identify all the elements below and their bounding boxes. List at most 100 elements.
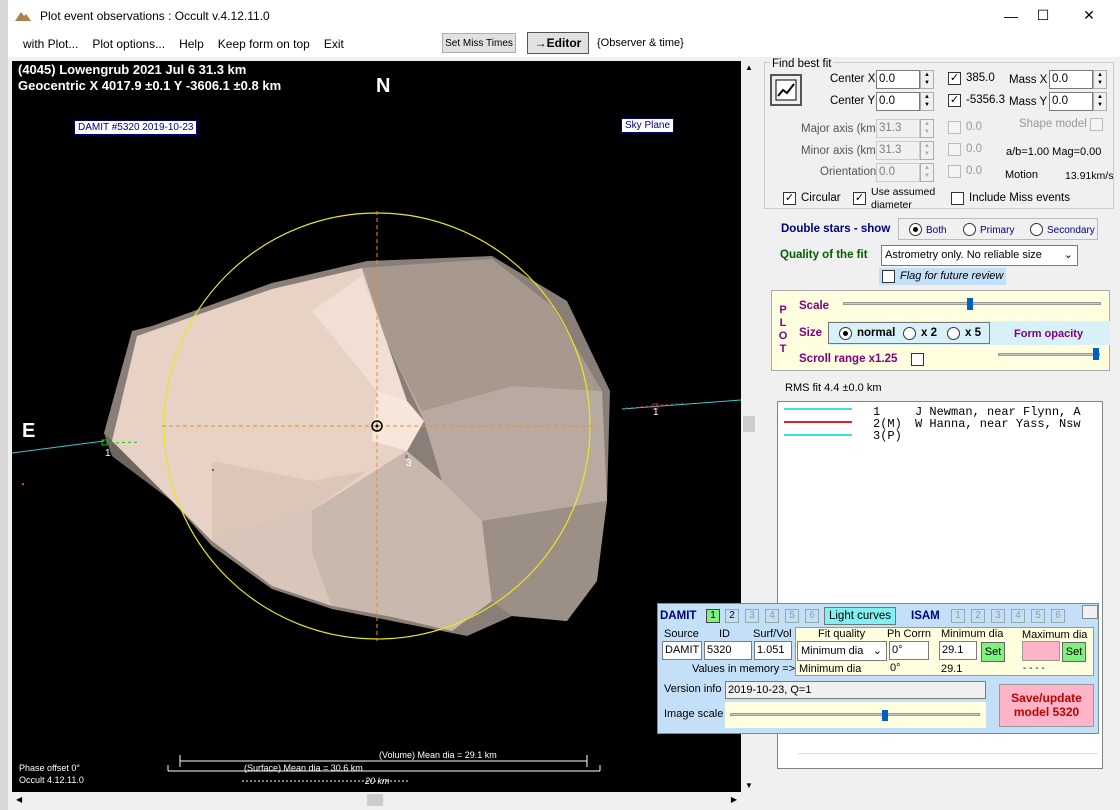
plot-letter: T <box>779 343 787 355</box>
center-y-spinner[interactable]: ▲ ▼ <box>920 92 934 111</box>
source-field[interactable]: DAMIT <box>662 641 702 660</box>
chevron-down-icon: ⌄ <box>872 645 882 657</box>
damit-tab-3[interactable]: 3 <box>745 609 759 623</box>
menu-plot-options[interactable]: Plot options... <box>85 32 172 56</box>
mass-x-spinner[interactable]: ▲ ▼ <box>1093 70 1107 89</box>
light-curves-button[interactable]: Light curves <box>824 607 896 625</box>
min-dia-label: Minimum dia <box>941 628 1004 640</box>
center-x-input[interactable]: 0.0 <box>876 70 920 89</box>
plot-area[interactable]: (4045) Lowengrub 2021 Jul 6 31.3 km Geoc… <box>12 61 741 792</box>
form-opacity-slider[interactable] <box>998 353 1100 356</box>
isam-tab-6[interactable]: 6 <box>1051 609 1065 623</box>
scroll-down-icon[interactable]: ▼ <box>745 781 753 790</box>
damit-tab-4[interactable]: 4 <box>765 609 779 623</box>
shape-model-checkbox[interactable] <box>1090 118 1103 131</box>
ph-corrn-field[interactable]: 0° <box>889 641 929 660</box>
menu-help[interactable]: Help <box>172 32 211 56</box>
menu-exit[interactable]: Exit <box>317 32 351 56</box>
save-update-model-button[interactable]: Save/update model 5320 <box>999 684 1094 727</box>
major-axis-checkbox[interactable] <box>948 121 961 134</box>
center-x-label: Center X <box>830 73 876 85</box>
flag-review-checkbox[interactable] <box>882 270 895 283</box>
orientation-spinner[interactable]: ▲ ▼ <box>920 163 934 182</box>
damit-tab-5[interactable]: 5 <box>785 609 799 623</box>
fix-x-checkbox[interactable]: ✓ <box>948 72 961 85</box>
plot-canvas <box>12 211 741 782</box>
minor-axis-input[interactable]: 31.3 <box>876 141 920 160</box>
damit-tab-2[interactable]: 2 <box>725 609 739 623</box>
scroll-thumb-h[interactable] <box>367 794 383 806</box>
plot-letter: P <box>779 304 787 316</box>
scroll-thumb[interactable] <box>743 416 755 432</box>
y-check-value: -5356.3 <box>966 94 1006 106</box>
orientation-checkbox[interactable] <box>948 165 961 178</box>
image-scale-thumb[interactable] <box>882 710 888 721</box>
plot-horizontal-scrollbar[interactable]: ◀ ▶ <box>12 792 741 809</box>
damit-close-icon[interactable] <box>1082 605 1098 619</box>
min-dia-field[interactable]: 29.1 <box>939 641 977 660</box>
scale-slider-thumb[interactable] <box>967 298 973 310</box>
set-min-dia-button[interactable]: Set <box>981 642 1005 662</box>
mass-y-input[interactable]: 0.0 <box>1049 92 1093 111</box>
geocentric-coords: Geocentric X 4017.9 ±0.1 Y -3606.1 ±0.8 … <box>18 78 282 93</box>
memory-min-dia: 29.1 <box>941 663 963 675</box>
orientation-input[interactable]: 0.0 <box>876 163 920 182</box>
size-x5-radio[interactable] <box>947 327 960 340</box>
include-miss-checkbox[interactable] <box>951 192 964 205</box>
major-axis-spinner[interactable]: ▲ ▼ <box>920 119 934 138</box>
minor-axis-checkbox[interactable] <box>948 143 961 156</box>
memory-ph: 0° <box>890 662 901 674</box>
secondary-radio[interactable] <box>1030 223 1043 236</box>
minor-axis-value: 0.0 <box>966 143 982 155</box>
mass-y-spinner[interactable]: ▲ ▼ <box>1093 92 1107 111</box>
size-x2-radio[interactable] <box>903 327 916 340</box>
list-hscrollbar[interactable] <box>798 753 1098 767</box>
id-field[interactable]: 5320 <box>704 641 752 660</box>
maximize-button[interactable]: ☐ <box>1020 0 1066 31</box>
observer-num: 3(P) <box>873 429 902 443</box>
menu-keep-on-top[interactable]: Keep form on top <box>211 32 317 56</box>
max-dia-field[interactable] <box>1022 641 1060 661</box>
plot-letter: L <box>779 317 787 329</box>
ph-corrn-label: Ph Corrn <box>887 628 932 640</box>
mass-x-input[interactable]: 0.0 <box>1049 70 1093 89</box>
app-icon <box>15 11 31 21</box>
quality-fit-select[interactable]: Astrometry only. No reliable size ⌄ <box>881 245 1078 266</box>
scroll-up-icon[interactable]: ▲ <box>745 63 753 72</box>
isam-tab-1[interactable]: 1 <box>951 609 965 623</box>
minor-axis-spinner[interactable]: ▲ ▼ <box>920 141 934 160</box>
scroll-right-icon[interactable]: ▶ <box>731 795 737 804</box>
best-fit-button[interactable] <box>770 74 802 106</box>
scroll-range-checkbox[interactable] <box>911 353 924 366</box>
isam-tab-2[interactable]: 2 <box>971 609 985 623</box>
center-x-spinner[interactable]: ▲ ▼ <box>920 70 934 89</box>
quality-fit-label: Quality of the fit <box>780 249 868 261</box>
menu-with-plot[interactable]: with Plot... <box>16 32 85 56</box>
orientation-label: Orientation <box>820 166 877 178</box>
isam-tab-4[interactable]: 4 <box>1011 609 1025 623</box>
size-normal-radio[interactable] <box>839 327 852 340</box>
fit-quality-select[interactable]: Minimum dia ⌄ <box>797 641 887 661</box>
both-radio[interactable] <box>909 223 922 236</box>
surf-vol-field[interactable]: 1.051 <box>754 641 792 660</box>
damit-tab-1[interactable]: 1 <box>706 609 720 623</box>
isam-tab-3[interactable]: 3 <box>991 609 1005 623</box>
use-assumed-checkbox[interactable]: ✓ <box>853 192 866 205</box>
damit-tab-6[interactable]: 6 <box>805 609 819 623</box>
major-axis-input[interactable]: 31.3 <box>876 119 920 138</box>
fix-y-checkbox[interactable]: ✓ <box>948 94 961 107</box>
set-miss-times-button[interactable]: Set Miss Times <box>442 33 516 53</box>
window-title: Plot event observations : Occult v.4.12.… <box>40 8 270 23</box>
center-y-input[interactable]: 0.0 <box>876 92 920 111</box>
image-scale-slider[interactable] <box>730 713 980 716</box>
editor-button[interactable]: →Editor <box>527 32 589 54</box>
plot-event-window: Plot event observations : Occult v.4.12.… <box>8 0 1120 810</box>
scroll-left-icon[interactable]: ◀ <box>16 795 22 804</box>
set-max-dia-button[interactable]: Set <box>1062 642 1086 662</box>
major-axis-label: Major axis (km) <box>801 123 880 135</box>
form-opacity-thumb[interactable] <box>1093 348 1099 360</box>
close-button[interactable]: ✕ <box>1066 0 1112 31</box>
isam-tab-5[interactable]: 5 <box>1031 609 1045 623</box>
primary-radio[interactable] <box>963 223 976 236</box>
circular-checkbox[interactable]: ✓ <box>783 192 796 205</box>
